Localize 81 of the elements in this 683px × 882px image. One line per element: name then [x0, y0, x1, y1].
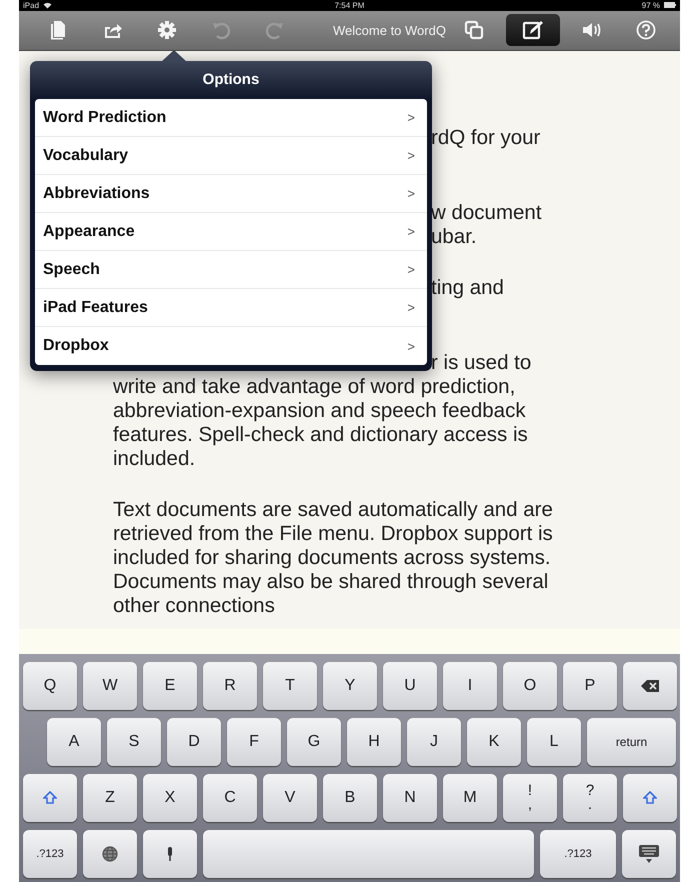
- wifi-icon: [43, 2, 52, 9]
- document-text-line: rdQ for your: [431, 126, 540, 150]
- globe-key[interactable]: [83, 830, 137, 878]
- document-text-line: abbreviation-expansion and speech feedback: [113, 399, 526, 423]
- options-menu-item[interactable]: Vocabulary >: [35, 137, 427, 175]
- keyboard-key[interactable]: C: [203, 774, 257, 822]
- device-name: iPad: [23, 0, 40, 10]
- shift-key[interactable]: [23, 774, 77, 822]
- document-text-line: Documents may also be shared through several: [113, 570, 548, 594]
- return-key[interactable]: return: [587, 718, 676, 766]
- keyboard-key[interactable]: N: [383, 774, 437, 822]
- options-menu-item[interactable]: Word Prediction >: [35, 99, 427, 137]
- keyboard-key[interactable]: M: [443, 774, 497, 822]
- keyboard-key[interactable]: D: [167, 718, 221, 766]
- keyboard-key[interactable]: Z: [83, 774, 137, 822]
- options-menu-item[interactable]: Speech >: [35, 251, 427, 289]
- keyboard-key[interactable]: H: [347, 718, 401, 766]
- document-icon: [50, 20, 68, 40]
- speaker-icon: [580, 21, 603, 40]
- keyboard-key[interactable]: L: [527, 718, 581, 766]
- undo-icon: [211, 20, 231, 40]
- document-text-line: r is used to: [431, 351, 532, 375]
- popover-arrow-icon: [161, 51, 187, 62]
- document-text-line: included.: [113, 447, 196, 471]
- backspace-key[interactable]: [623, 662, 677, 710]
- globe-icon: [102, 846, 118, 862]
- keyboard-key[interactable]: K: [467, 718, 521, 766]
- shift-key[interactable]: [623, 774, 677, 822]
- keyboard-key[interactable]: W: [83, 662, 137, 710]
- keyboard-key[interactable]: Q: [23, 662, 77, 710]
- hide-keyboard-key[interactable]: [622, 830, 676, 878]
- status-time: 7:54 PM: [334, 0, 364, 10]
- popover-title: Options: [202, 70, 260, 90]
- help-icon: [636, 20, 656, 40]
- keyboard-icon: [638, 844, 660, 864]
- keyboard-key[interactable]: P: [563, 662, 617, 710]
- copy-icon: [464, 20, 484, 40]
- options-menu-item[interactable]: Abbreviations >: [35, 175, 427, 213]
- keyboard-key[interactable]: I: [443, 662, 497, 710]
- numbers-key[interactable]: .?123: [23, 830, 77, 878]
- microphone-icon: [166, 846, 174, 862]
- keyboard-key[interactable]: V: [263, 774, 317, 822]
- document-text-line: Text documents are saved automatically and are: [113, 498, 553, 522]
- shift-icon: [643, 791, 657, 805]
- document-title: Welcome to WordQ: [333, 22, 446, 38]
- options-menu-item[interactable]: Appearance >: [35, 213, 427, 251]
- document-text-line: other connections: [113, 594, 275, 618]
- document-text-line: features. Spell-check and dictionary access is: [113, 423, 528, 447]
- document-text-line: included for sharing documents across systems.: [113, 546, 551, 570]
- keyboard-key[interactable]: G: [287, 718, 341, 766]
- microphone-key[interactable]: [143, 830, 197, 878]
- document-text-line: retrieved from the File menu. Dropbox support is: [113, 522, 553, 546]
- keyboard-key[interactable]: Y: [323, 662, 377, 710]
- document-text-line: write and take advantage of word prediction,: [113, 375, 516, 399]
- document-text-line: ubar.: [431, 225, 477, 249]
- options-menu-item[interactable]: iPad Features >: [35, 289, 427, 327]
- keyboard-key[interactable]: X: [143, 774, 197, 822]
- keyboard-key[interactable]: ? .: [563, 774, 617, 822]
- keyboard-key[interactable]: O: [503, 662, 557, 710]
- share-icon: [103, 21, 123, 40]
- keyboard-key[interactable]: E: [143, 662, 197, 710]
- keyboard-key[interactable]: B: [323, 774, 377, 822]
- keyboard-key[interactable]: R: [203, 662, 257, 710]
- document-text-line: w document: [431, 201, 542, 225]
- keyboard-key[interactable]: U: [383, 662, 437, 710]
- battery-percent: 97 %: [642, 0, 660, 10]
- keyboard-key[interactable]: S: [107, 718, 161, 766]
- backspace-icon: [641, 680, 659, 692]
- keyboard-key[interactable]: F: [227, 718, 281, 766]
- keyboard-key[interactable]: T: [263, 662, 317, 710]
- compose-button[interactable]: [506, 14, 560, 46]
- options-menu-item[interactable]: Dropbox >: [35, 327, 427, 365]
- keyboard-key[interactable]: J: [407, 718, 461, 766]
- keyboard-key[interactable]: A: [47, 718, 101, 766]
- battery-icon: [664, 2, 676, 8]
- shift-icon: [43, 791, 57, 805]
- compose-icon: [522, 20, 544, 40]
- document-text-line: ting and: [431, 276, 504, 300]
- keyboard-key[interactable]: ! ,: [503, 774, 557, 822]
- numbers-key[interactable]: .?123: [540, 830, 616, 878]
- redo-icon: [265, 20, 285, 40]
